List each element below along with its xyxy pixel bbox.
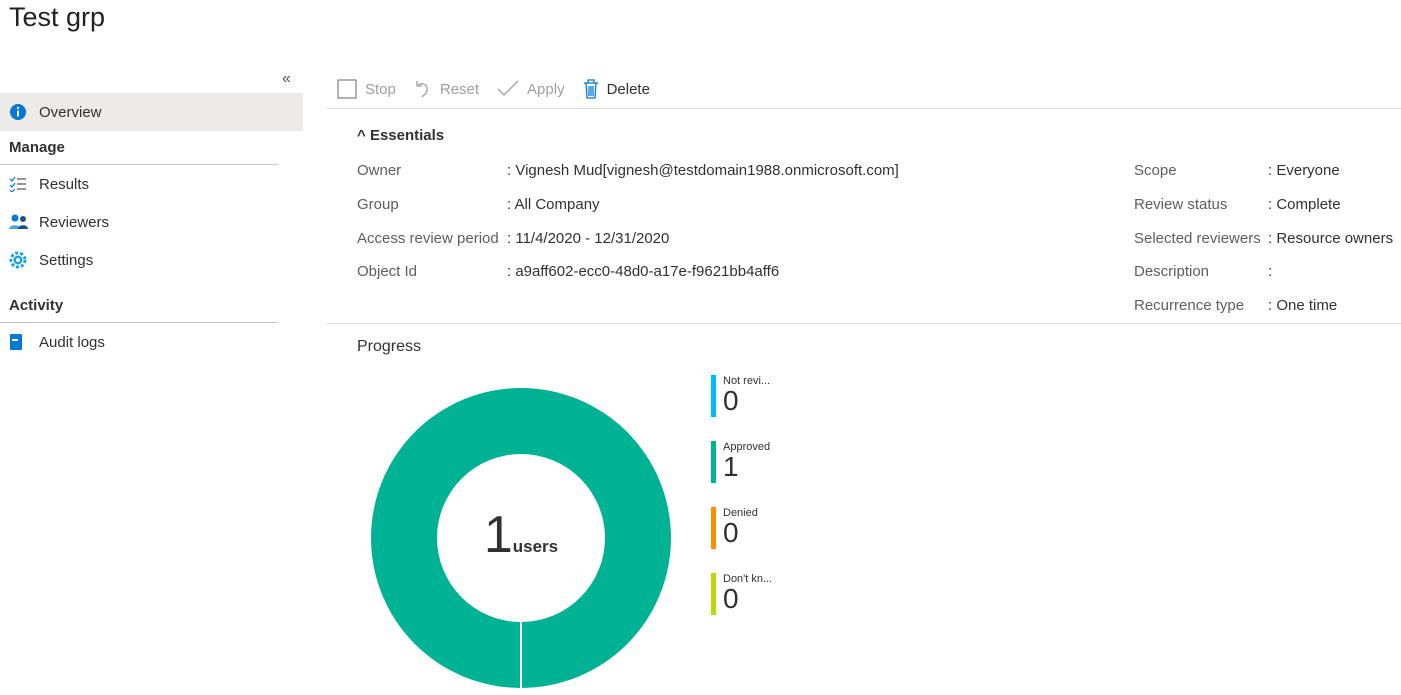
field-value-text: One time (1276, 297, 1338, 314)
field-value: : Resource owners (1268, 230, 1394, 247)
essentials-row: Group : All Company (357, 196, 600, 213)
field-value: : One time (1268, 297, 1338, 314)
section-manage: Manage (0, 131, 278, 165)
legend-item: Approved 1 (711, 441, 801, 483)
field-label: Group (357, 196, 399, 213)
sidebar-item-label: Results (39, 175, 90, 193)
essentials-row: Access review period : 11/4/2020 - 12/31/… (357, 230, 669, 247)
essentials-row: Selected reviewers : Resource owners (1134, 230, 1393, 247)
trash-icon (583, 79, 599, 99)
field-label: Owner (357, 162, 402, 179)
progress-title: Progress (357, 338, 422, 355)
divider (327, 323, 1401, 324)
field-value: : a9aff602-ecc0-48d0-a17e-f9621bb4aff6 (507, 263, 780, 280)
field-value-text: 11/4/2020 - 12/31/2020 (515, 230, 670, 247)
field-value-text: Vignesh Mud[vignesh@testdomain1988.onmic… (515, 162, 899, 179)
sidebar-item-audit-logs[interactable]: Audit logs (0, 323, 303, 361)
essentials-row: Recurrence type : One time (1134, 297, 1337, 314)
field-value: : Vignesh Mud[vignesh@testdomain1988.onm… (507, 162, 899, 179)
legend-value: 0 (723, 583, 739, 614)
sidebar-item-label: Reviewers (39, 213, 110, 231)
field-value: : Everyone (1268, 162, 1340, 179)
field-value-text: a9aff602-ecc0-48d0-a17e-f9621bb4aff6 (515, 263, 780, 280)
apply-button[interactable]: Apply (497, 80, 565, 98)
sidebar-item-label: Audit logs (39, 333, 105, 351)
info-icon (9, 103, 39, 121)
checklist-icon (9, 176, 39, 192)
field-value-text: Resource owners (1276, 230, 1394, 247)
sidebar-item-label: Settings (39, 251, 94, 269)
field-value-text: Complete (1276, 196, 1341, 213)
field-value-text: Everyone (1276, 162, 1340, 179)
field-label: Access review period (357, 230, 499, 247)
field-label: Description (1134, 263, 1210, 280)
essentials-row: Description: (1134, 263, 1272, 280)
legend-value: 0 (723, 517, 739, 548)
reset-button[interactable]: Reset (414, 79, 479, 99)
sidebar-item-overview[interactable]: Overview (0, 93, 303, 131)
legend-item: Don't kn... 0 (711, 573, 801, 615)
field-value: : (1268, 263, 1273, 280)
reset-label: Reset (439, 80, 480, 98)
checkbox-icon (337, 79, 357, 99)
apply-label: Apply (527, 80, 565, 98)
essentials-toggle[interactable]: ^ Essentials (357, 127, 444, 144)
field-label: Recurrence type (1134, 297, 1245, 314)
legend-value: 0 (723, 385, 739, 416)
legend-value: 1 (723, 451, 739, 482)
essentials-row: Object Id : a9aff602-ecc0-48d0-a17e-f9621… (357, 263, 779, 280)
gear-icon (9, 251, 39, 269)
legend-item: Not revi... 0 (711, 375, 801, 417)
field-value: : Complete (1268, 196, 1341, 213)
field-label: Scope (1134, 162, 1177, 179)
essentials-row: Owner : Vignesh Mud[vignesh@testdomain198… (357, 162, 899, 179)
checkmark-icon (497, 80, 519, 98)
delete-button[interactable]: Delete (583, 79, 650, 99)
total-count: 1 (483, 506, 513, 564)
field-value-text: All Company (514, 196, 600, 213)
stop-label: Stop (365, 80, 396, 98)
undo-icon (414, 79, 432, 99)
section-activity: Activity (0, 289, 278, 323)
sidebar-item-reviewers[interactable]: Reviewers (0, 203, 303, 241)
total-unit: users (512, 537, 559, 556)
delete-label: Delete (606, 80, 650, 98)
people-icon (9, 214, 39, 230)
book-icon (9, 333, 39, 351)
field-label: Selected reviewers (1134, 230, 1261, 247)
field-value: : 11/4/2020 - 12/31/2020 (507, 230, 670, 247)
sidebar-item-results[interactable]: Results (0, 165, 303, 203)
collapse-sidebar-icon[interactable]: « (282, 70, 291, 88)
chevron-up-icon: ^ (357, 127, 366, 144)
essentials-title: Essentials (369, 127, 445, 144)
field-label: Object Id (357, 263, 418, 280)
stop-button[interactable]: Stop (337, 79, 396, 99)
page-title: Test grp (9, 2, 106, 32)
field-label: Review status (1134, 196, 1228, 213)
essentials-row: Review status : Complete (1134, 196, 1341, 213)
command-bar: Stop Reset Apply Delete (327, 70, 1401, 109)
donut-center-label: 1users (441, 505, 601, 565)
essentials-row: Scope : Everyone (1134, 162, 1340, 179)
sidebar-item-label: Overview (39, 103, 102, 121)
legend-item: Denied 0 (711, 507, 801, 549)
sidebar-item-settings[interactable]: Settings (0, 241, 303, 279)
field-value: : All Company (507, 196, 600, 213)
sidebar: Overview Manage Results Reviewers Settin… (0, 93, 303, 361)
